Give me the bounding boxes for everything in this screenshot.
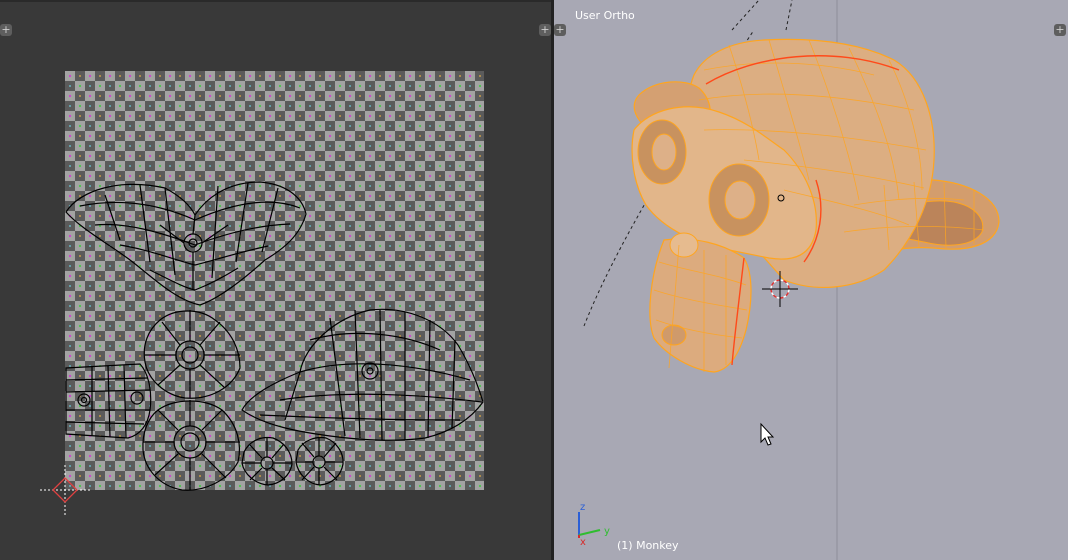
3d-viewport[interactable]: z y x + + User Ortho (1) Monkey: [554, 0, 1068, 560]
uv-canvas[interactable]: [0, 0, 551, 560]
axis-z-label: z: [580, 502, 585, 513]
uv-image-editor[interactable]: + +: [0, 0, 551, 560]
axis-gizmo: z y x: [578, 502, 610, 548]
viewport-header-toggle-left[interactable]: +: [554, 24, 566, 36]
axis-x-label: x: [580, 537, 586, 548]
viewport-canvas[interactable]: z y x: [554, 0, 1068, 560]
view-label: User Ortho: [575, 9, 635, 22]
monkey-mesh[interactable]: [631, 38, 1000, 373]
uv-grid-image: [65, 71, 484, 490]
viewport-header-toggle-right[interactable]: +: [1054, 24, 1066, 36]
axis-y-label: y: [604, 526, 610, 537]
object-label: (1) Monkey: [617, 539, 679, 552]
mouse-pointer-icon: [760, 422, 775, 446]
